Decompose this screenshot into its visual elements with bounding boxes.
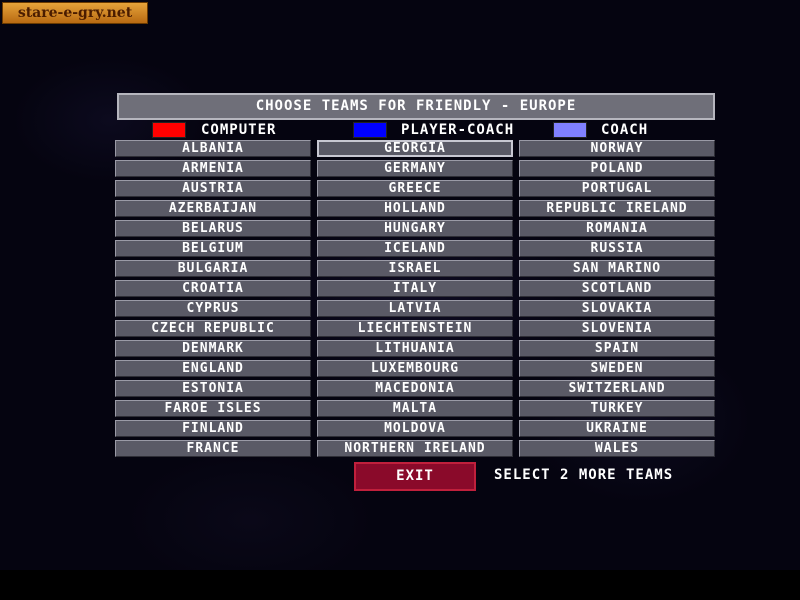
- team-button-faroe-isles[interactable]: FAROE ISLES: [115, 400, 311, 417]
- team-button-georgia[interactable]: GEORGIA: [317, 140, 513, 157]
- team-button-romania[interactable]: ROMANIA: [519, 220, 715, 237]
- team-button-belarus[interactable]: BELARUS: [115, 220, 311, 237]
- team-button-denmark[interactable]: DENMARK: [115, 340, 311, 357]
- exit-button[interactable]: EXIT: [354, 462, 476, 491]
- team-button-macedonia[interactable]: MACEDONIA: [317, 380, 513, 397]
- team-button-austria[interactable]: AUSTRIA: [115, 180, 311, 197]
- team-button-liechtenstein[interactable]: LIECHTENSTEIN: [317, 320, 513, 337]
- team-button-poland[interactable]: POLAND: [519, 160, 715, 177]
- team-button-sweden[interactable]: SWEDEN: [519, 360, 715, 377]
- team-button-switzerland[interactable]: SWITZERLAND: [519, 380, 715, 397]
- team-button-slovakia[interactable]: SLOVAKIA: [519, 300, 715, 317]
- team-button-northern-ireland[interactable]: NORTHERN IRELAND: [317, 440, 513, 457]
- team-button-azerbaijan[interactable]: AZERBAIJAN: [115, 200, 311, 217]
- team-button-greece[interactable]: GREECE: [317, 180, 513, 197]
- status-message: SELECT 2 MORE TEAMS: [494, 467, 674, 483]
- team-button-lithuania[interactable]: LITHUANIA: [317, 340, 513, 357]
- team-button-finland[interactable]: FINLAND: [115, 420, 311, 437]
- team-button-bulgaria[interactable]: BULGARIA: [115, 260, 311, 277]
- team-button-latvia[interactable]: LATVIA: [317, 300, 513, 317]
- team-button-germany[interactable]: GERMANY: [317, 160, 513, 177]
- legend-player-coach-label: PLAYER-COACH: [401, 122, 515, 138]
- team-button-albania[interactable]: ALBANIA: [115, 140, 311, 157]
- team-button-spain[interactable]: SPAIN: [519, 340, 715, 357]
- team-button-russia[interactable]: RUSSIA: [519, 240, 715, 257]
- site-watermark-logo: stare-e-gry.net: [2, 2, 148, 24]
- team-button-san-marino[interactable]: SAN MARINO: [519, 260, 715, 277]
- team-button-wales[interactable]: WALES: [519, 440, 715, 457]
- team-button-france[interactable]: FRANCE: [115, 440, 311, 457]
- team-button-hungary[interactable]: HUNGARY: [317, 220, 513, 237]
- team-button-turkey[interactable]: TURKEY: [519, 400, 715, 417]
- team-button-luxembourg[interactable]: LUXEMBOURG: [317, 360, 513, 377]
- page-title: CHOOSE TEAMS FOR FRIENDLY - EUROPE: [117, 93, 715, 120]
- team-button-norway[interactable]: NORWAY: [519, 140, 715, 157]
- team-button-israel[interactable]: ISRAEL: [317, 260, 513, 277]
- team-button-iceland[interactable]: ICELAND: [317, 240, 513, 257]
- team-button-slovenia[interactable]: SLOVENIA: [519, 320, 715, 337]
- team-button-armenia[interactable]: ARMENIA: [115, 160, 311, 177]
- legend-coach-label: COACH: [601, 122, 649, 138]
- team-button-czech-republic[interactable]: CZECH REPUBLIC: [115, 320, 311, 337]
- team-button-italy[interactable]: ITALY: [317, 280, 513, 297]
- team-button-belgium[interactable]: BELGIUM: [115, 240, 311, 257]
- team-button-moldova[interactable]: MOLDOVA: [317, 420, 513, 437]
- team-button-malta[interactable]: MALTA: [317, 400, 513, 417]
- team-button-cyprus[interactable]: CYPRUS: [115, 300, 311, 317]
- legend-coach-swatch: [553, 122, 587, 138]
- team-button-croatia[interactable]: CROATIA: [115, 280, 311, 297]
- team-button-republic-ireland[interactable]: REPUBLIC IRELAND: [519, 200, 715, 217]
- team-button-portugal[interactable]: PORTUGAL: [519, 180, 715, 197]
- team-button-scotland[interactable]: SCOTLAND: [519, 280, 715, 297]
- team-button-holland[interactable]: HOLLAND: [317, 200, 513, 217]
- team-button-estonia[interactable]: ESTONIA: [115, 380, 311, 397]
- legend-computer-swatch: [152, 122, 186, 138]
- team-button-england[interactable]: ENGLAND: [115, 360, 311, 377]
- team-button-ukraine[interactable]: UKRAINE: [519, 420, 715, 437]
- legend-computer-label: COMPUTER: [201, 122, 277, 138]
- legend-player-coach-swatch: [353, 122, 387, 138]
